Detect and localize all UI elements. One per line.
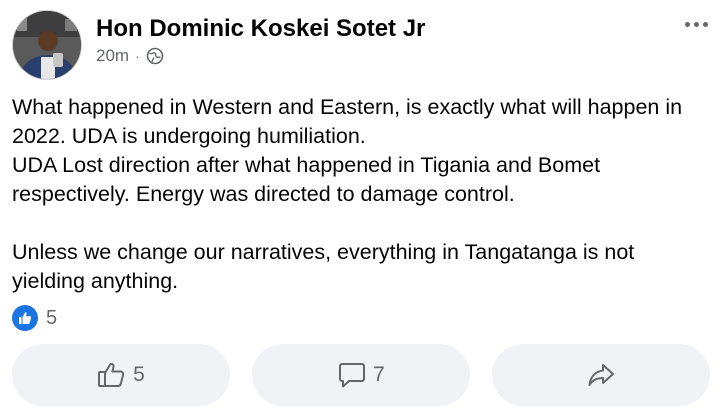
comment-count: 7 [373, 363, 385, 386]
post-header: Hon Dominic Koskei Sotet Jr 20m · [12, 8, 708, 80]
like-button[interactable]: 5 [12, 344, 230, 406]
reaction-summary[interactable]: 5 [12, 305, 57, 331]
share-icon [586, 361, 616, 389]
post-meta: 20m · [96, 46, 164, 66]
post-text: What happened in Western and Eastern, is… [12, 95, 683, 293]
post-time[interactable]: 20m [96, 46, 129, 66]
globe-icon [146, 47, 164, 65]
meta-separator: · [135, 48, 140, 64]
reaction-count: 5 [46, 306, 58, 329]
like-count: 5 [133, 363, 145, 386]
like-reaction-icon [12, 305, 38, 331]
share-button[interactable] [492, 344, 710, 406]
comment-button[interactable]: 7 [252, 344, 470, 406]
comment-icon [337, 361, 367, 389]
post-actions: 5 7 [12, 344, 710, 406]
more-horizontal-icon [685, 22, 690, 27]
avatar[interactable] [12, 10, 82, 80]
more-options-button[interactable] [685, 22, 708, 27]
avatar-image [13, 11, 81, 79]
thumbs-up-icon [97, 361, 127, 389]
author-name[interactable]: Hon Dominic Koskei Sotet Jr [96, 15, 425, 43]
